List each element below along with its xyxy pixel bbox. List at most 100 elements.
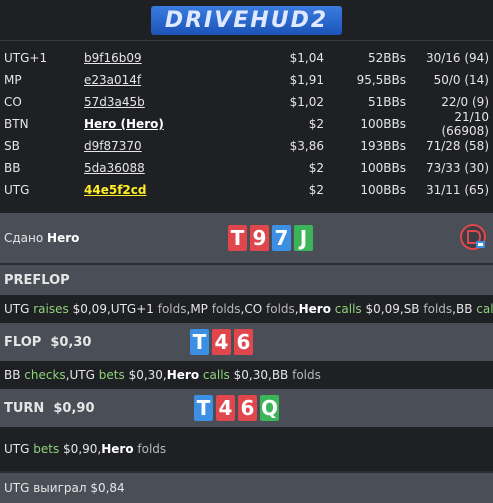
player-row: BTN Hero (Hero) $2 100BBs 21/10 (66908) — [0, 110, 493, 138]
turn-header: TURN $0,90 T46Q — [0, 389, 493, 427]
action-verb: folds — [137, 442, 167, 456]
player-stats: 50/0 (14) — [433, 73, 489, 87]
action-verb: calls — [334, 302, 362, 316]
playing-card: 9 — [250, 225, 269, 251]
dealt-label: Сдано Hero — [4, 231, 80, 245]
flop-cards: T46 — [190, 329, 253, 355]
dealt-player: Hero — [47, 231, 80, 245]
player-position: BB — [4, 161, 21, 175]
header: DRIVEHUD2 — [0, 0, 493, 41]
player-position: MP — [4, 73, 22, 87]
flop-header: FLOP $0,30 T46 — [0, 323, 493, 361]
action-verb: folds — [423, 302, 453, 316]
action-item: BB calls $0,07 — [456, 302, 493, 316]
action-verb: folds — [266, 302, 295, 316]
action-item: Hero folds — [101, 442, 166, 456]
preflop-actions: UTG raises $0,09, UTG+1 folds, MP folds,… — [0, 295, 493, 323]
action-verb: raises — [33, 302, 69, 316]
action-player: Hero — [298, 302, 331, 316]
turn-title: TURN $0,90 — [4, 400, 95, 416]
player-stack: $2 — [308, 183, 324, 197]
player-position: CO — [4, 95, 22, 109]
action-amount: $0,09 — [365, 302, 400, 316]
action-player: SB — [403, 302, 420, 316]
turn-cards: T46Q — [194, 395, 279, 421]
action-player: Hero — [101, 442, 134, 456]
action-verb: folds — [292, 368, 321, 382]
player-stats: 30/16 (94) — [425, 51, 489, 65]
turn-actions: UTG bets $0,90, Hero folds — [0, 427, 493, 471]
action-amount: $0,90 — [63, 442, 98, 456]
flop-title: FLOP $0,30 — [4, 334, 92, 350]
action-item: Hero calls $0,30, — [166, 368, 272, 382]
action-amount: $0,30 — [128, 368, 163, 382]
playing-card: T — [190, 329, 209, 355]
action-item: BB checks, — [4, 368, 70, 382]
action-item: BB folds — [272, 368, 321, 382]
player-row: SB d9f87370 $3,86 193BBs 71/28 (58) — [0, 135, 493, 157]
player-name-link[interactable]: 5da36088 — [84, 161, 254, 175]
action-player: UTG — [4, 442, 30, 456]
action-verb: folds — [157, 302, 187, 316]
player-row: MP e23a014f $1,91 95,5BBs 50/0 (14) — [0, 69, 493, 91]
action-item: UTG bets $0,90, — [4, 442, 102, 456]
playing-card: T — [228, 225, 247, 251]
hole-cards: T97J — [228, 225, 313, 251]
drivehud-replayer-icon[interactable] — [459, 223, 487, 251]
preflop-header: PREFLOP — [0, 265, 493, 295]
player-name-link[interactable]: 57d3a45b — [84, 95, 254, 109]
player-name-link[interactable]: Hero (Hero) — [84, 117, 254, 131]
playing-card: 4 — [212, 329, 231, 355]
player-position: BTN — [4, 117, 29, 131]
player-name-link[interactable]: d9f87370 — [84, 139, 254, 153]
player-stats: 22/0 (9) — [441, 95, 489, 109]
flop-actions: BB checks, UTG bets $0,30, Hero calls $0… — [0, 361, 493, 389]
playing-card: J — [294, 225, 313, 251]
action-player: UTG — [69, 368, 95, 382]
player-stack: $3,86 — [289, 139, 324, 153]
player-position: SB — [4, 139, 20, 153]
action-amount: $0,30 — [233, 368, 268, 382]
action-player: BB — [271, 368, 289, 382]
action-player: BB — [4, 368, 21, 382]
action-item: MP folds, — [190, 302, 245, 316]
player-row: BB 5da36088 $2 100BBs 73/33 (30) — [0, 157, 493, 179]
action-item: UTG+1 folds, — [110, 302, 191, 316]
player-name-link[interactable]: e23a014f — [84, 73, 254, 87]
action-verb: folds — [211, 302, 241, 316]
player-name-link[interactable]: b9f16b09 — [84, 51, 254, 65]
action-verb: calls — [476, 302, 493, 316]
playing-card: 6 — [238, 395, 257, 421]
action-player: CO — [244, 302, 263, 316]
playing-card: 6 — [234, 329, 253, 355]
player-name-link[interactable]: 44e5f2cd — [84, 183, 254, 197]
player-stack: $1,04 — [289, 51, 324, 65]
player-stack: $2 — [308, 117, 324, 131]
player-row: UTG 44e5f2cd $2 100BBs 31/11 (65) — [0, 179, 493, 201]
action-player: BB — [455, 302, 473, 316]
player-stack-bbs: 100BBs — [360, 183, 406, 197]
player-stats: 73/33 (30) — [425, 161, 489, 175]
player-stack-bbs: 52BBs — [368, 51, 406, 65]
player-stack-bbs: 100BBs — [360, 117, 406, 131]
drivehud-logo: DRIVEHUD2 — [150, 5, 343, 35]
player-position: UTG — [4, 183, 30, 197]
playing-card: Q — [260, 395, 279, 421]
action-item: UTG bets $0,30, — [69, 368, 167, 382]
action-verb: bets — [98, 368, 125, 382]
action-item: Hero calls $0,09, — [298, 302, 404, 316]
player-stats: 71/28 (58) — [425, 139, 489, 153]
action-player: Hero — [166, 368, 200, 382]
playing-card: 7 — [272, 225, 291, 251]
action-amount: $0,09 — [72, 302, 107, 316]
action-player: MP — [190, 302, 208, 316]
action-player: UTG+1 — [110, 302, 154, 316]
player-stack: $1,02 — [289, 95, 324, 109]
action-verb: calls — [202, 368, 230, 382]
action-item: CO folds, — [244, 302, 299, 316]
playing-card: 4 — [216, 395, 235, 421]
action-verb: bets — [33, 442, 60, 456]
player-stack: $2 — [308, 161, 324, 175]
action-item: SB folds, — [403, 302, 456, 316]
action-verb: checks — [24, 368, 66, 382]
